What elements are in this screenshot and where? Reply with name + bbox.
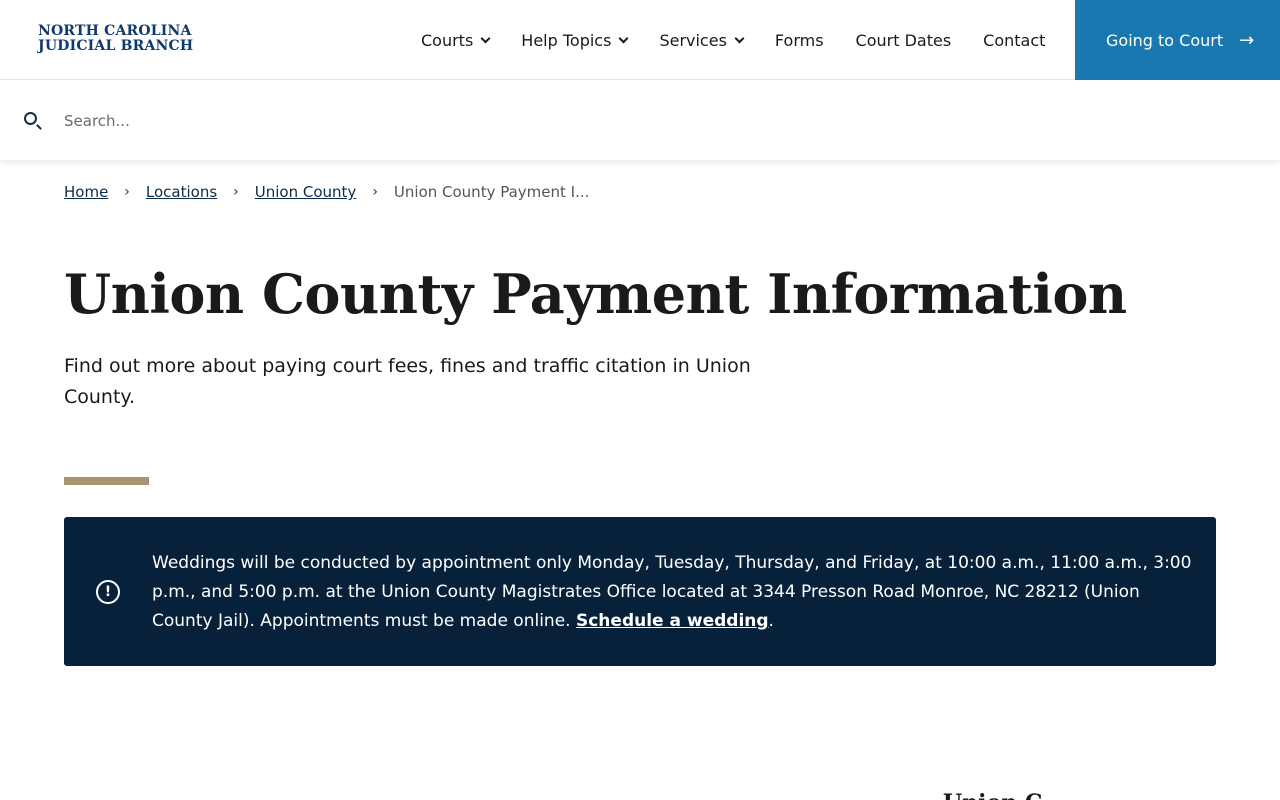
nav-services-label: Services [659,30,727,50]
breadcrumb: Home › Locations › Union County › Union … [64,183,589,201]
site-header: NORTH CAROLINA JUDICIAL BRANCH Courts He… [0,0,1280,80]
nav-forms[interactable]: Forms [759,0,840,80]
going-to-court-label: Going to Court [1106,30,1224,50]
breadcrumb-separator-icon: › [233,184,239,200]
chevron-down-icon [734,33,745,43]
accent-divider [64,477,149,485]
nav-courts[interactable]: Courts [405,0,505,80]
main-nav: Courts Help Topics Services Forms Court … [405,0,1061,80]
nav-contact-label: Contact [983,30,1046,50]
breadcrumb-home[interactable]: Home [64,183,108,201]
logo-line-2: JUDICIAL BRANCH [38,38,194,54]
page-subtitle: Find out more about paying court fees, f… [64,355,751,408]
alert-circle-icon: ! [96,580,120,604]
logo-line-1: NORTH CAROLINA [38,23,192,39]
chevron-down-icon [480,33,491,43]
nav-help-topics[interactable]: Help Topics [505,0,643,80]
schedule-wedding-link[interactable]: Schedule a wedding [576,611,769,631]
site-logo[interactable]: NORTH CAROLINA JUDICIAL BRANCH [38,24,193,54]
nav-courts-label: Courts [421,30,474,50]
search-icon[interactable] [24,112,37,125]
page-title: Union County Payment Information [64,262,1127,326]
breadcrumb-separator-icon: › [372,184,378,200]
arrow-right-icon: → [1239,29,1255,51]
chevron-down-icon [618,33,629,43]
breadcrumb-current: Union County Payment I... [393,183,590,201]
alert-suffix: . [768,611,774,631]
alert-text: Weddings will be conducted by appointmen… [152,549,1192,636]
going-to-court-button[interactable]: Going to Court → [1075,0,1280,80]
nav-court-dates-label: Court Dates [855,30,952,50]
search-bar [0,81,1280,160]
nav-services[interactable]: Services [643,0,758,80]
sidebar-heading: Union C... [943,790,1065,800]
breadcrumb-separator-icon: › [124,184,130,200]
wedding-alert-banner: ! Weddings will be conducted by appointm… [64,517,1216,666]
breadcrumb-locations[interactable]: Locations [146,183,217,201]
nav-contact[interactable]: Contact [967,0,1061,80]
search-input[interactable] [54,101,1254,141]
nav-court-dates[interactable]: Court Dates [840,0,968,80]
breadcrumb-union-county[interactable]: Union County [255,183,357,201]
nav-forms-label: Forms [774,30,824,50]
nav-help-topics-label: Help Topics [521,30,612,50]
